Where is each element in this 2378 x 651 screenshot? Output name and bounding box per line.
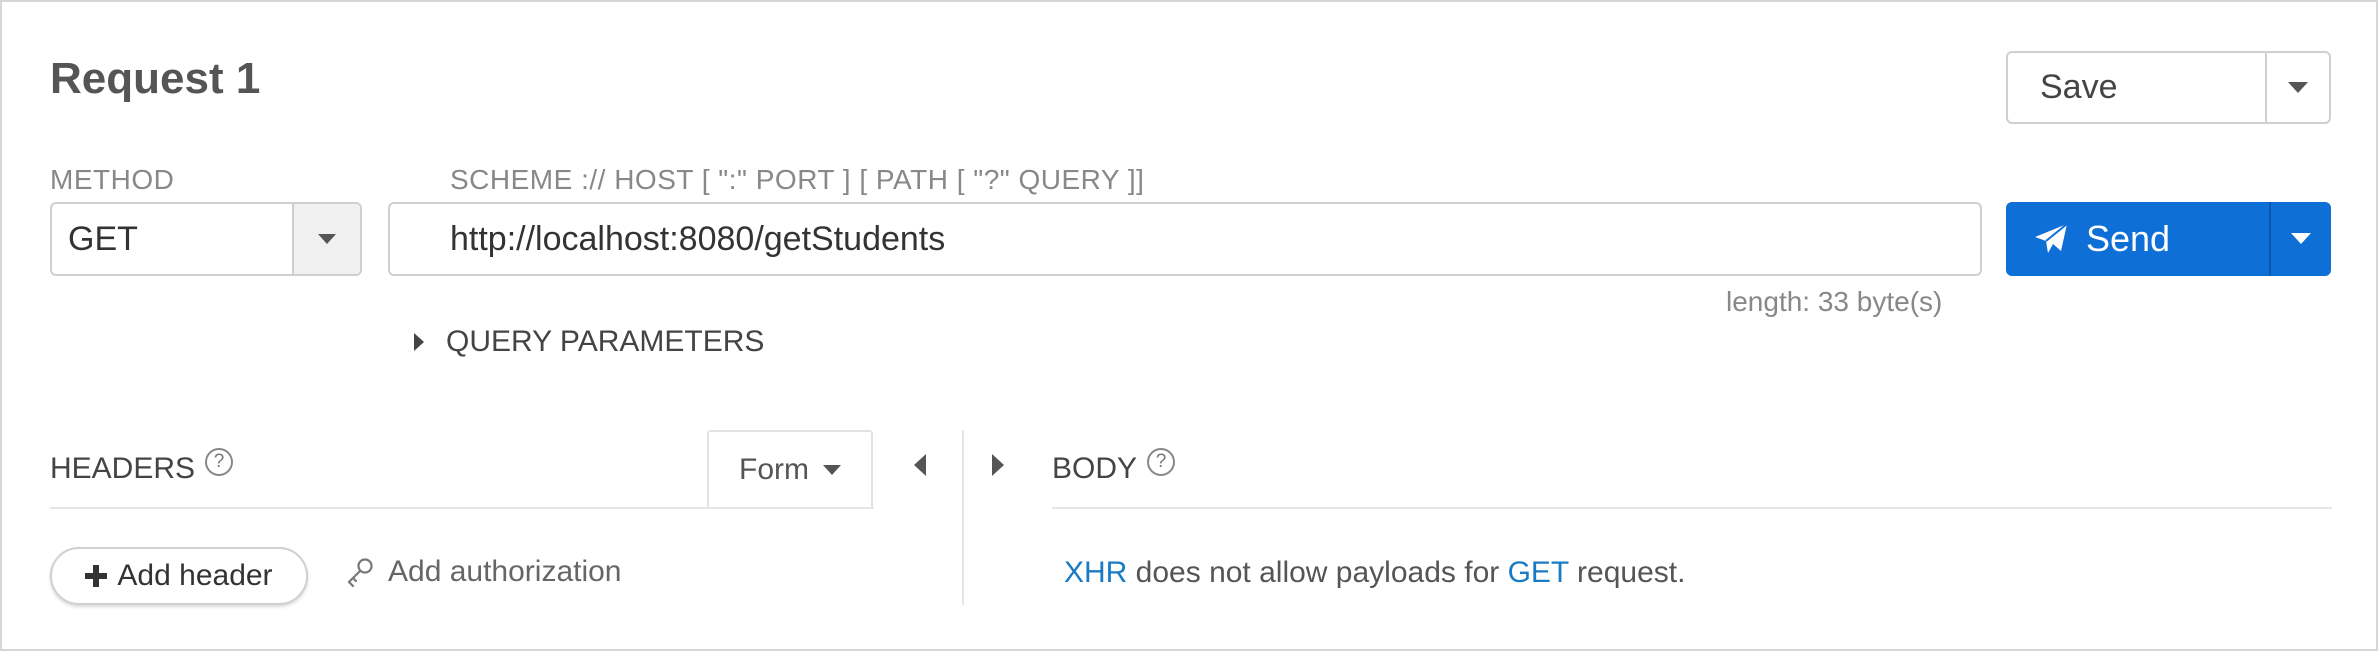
body-message-text: does not allow payloads for [1127, 556, 1508, 589]
query-parameters-toggle[interactable]: QUERY PARAMETERS [414, 325, 764, 359]
send-options-button[interactable] [2269, 202, 2331, 276]
form-label: Form [739, 453, 809, 486]
body-header: BODY ? [1052, 448, 1176, 486]
add-authorization-button[interactable]: Add authorization [346, 555, 622, 589]
body-divider [1052, 507, 2332, 509]
chevron-down-icon [823, 465, 841, 475]
url-length: length: 33 byte(s) [1726, 286, 1943, 317]
key-icon [347, 558, 373, 587]
paper-plane-icon [2035, 223, 2068, 253]
chevron-down-icon [318, 233, 336, 244]
url-input[interactable] [388, 202, 1982, 276]
xhr-link[interactable]: XHR [1064, 556, 1127, 589]
save-button-group: Save [2006, 51, 2331, 124]
plus-icon [85, 565, 108, 587]
chevron-down-icon [2288, 81, 2308, 93]
collapse-left-button[interactable] [914, 454, 926, 481]
headers-title: HEADERS [50, 452, 196, 485]
headers-form-tab[interactable]: Form [707, 430, 873, 508]
request-title: Request 1 [50, 54, 261, 103]
help-icon[interactable]: ? [205, 448, 234, 476]
collapse-right-button[interactable] [992, 454, 1004, 481]
add-header-label: Add header [117, 559, 273, 592]
method-dropdown-button[interactable] [292, 204, 360, 274]
send-button-group: Send [2006, 202, 2331, 276]
send-button[interactable]: Send [2006, 202, 2269, 276]
add-header-button[interactable]: Add header [50, 547, 308, 605]
send-label: Send [2086, 218, 2171, 259]
body-message-text-end: request. [1568, 556, 1686, 589]
method-select[interactable]: GET [50, 202, 362, 276]
method-label: METHOD [50, 164, 175, 195]
caret-right-icon [414, 333, 424, 351]
url-format-label: SCHEME :// HOST [ ":" PORT ] [ PATH [ "?… [450, 164, 1145, 195]
caret-left-icon [914, 454, 926, 476]
body-title: BODY [1052, 452, 1138, 485]
chevron-down-icon [2291, 233, 2311, 244]
request-panel: Request 1 Save METHOD SCHEME :// HOST [ … [0, 0, 2378, 651]
body-message: XHR does not allow payloads for GET requ… [1064, 556, 1685, 590]
help-icon[interactable]: ? [1147, 448, 1176, 476]
get-link[interactable]: GET [1508, 556, 1569, 589]
save-button[interactable]: Save [2008, 53, 2265, 122]
save-options-button[interactable] [2265, 53, 2329, 122]
caret-right-icon [992, 454, 1004, 476]
query-parameters-label: QUERY PARAMETERS [446, 325, 765, 358]
headers-divider [50, 507, 874, 509]
method-value[interactable]: GET [52, 204, 292, 274]
panel-divider[interactable] [962, 430, 964, 605]
add-authorization-label: Add authorization [388, 555, 622, 588]
headers-header: HEADERS ? [50, 448, 234, 486]
